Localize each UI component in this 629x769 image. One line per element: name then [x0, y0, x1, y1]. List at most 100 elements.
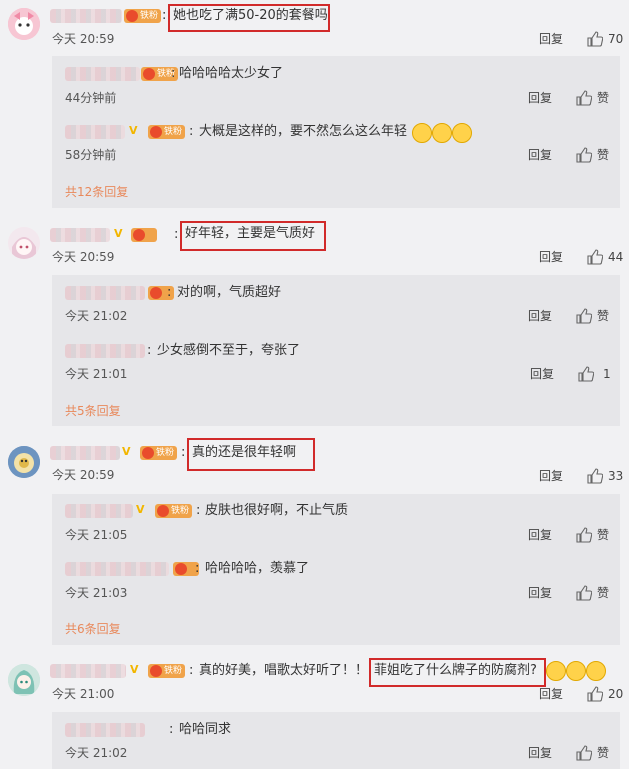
username-blurred[interactable]: [50, 9, 122, 23]
fan-badge: 铁粉: [155, 504, 193, 518]
username-blurred[interactable]: [65, 344, 145, 358]
vip-icon: V: [114, 227, 123, 240]
fan-badge-icon: [150, 126, 162, 138]
reply-button[interactable]: 回复: [539, 31, 563, 47]
reply-time: 今天 21:01: [65, 367, 128, 381]
username-blurred[interactable]: [65, 125, 125, 139]
comment-time: 今天 20:59: [52, 468, 115, 482]
reply-button[interactable]: 回复: [539, 249, 563, 265]
comment-time: 今天 20:59: [52, 250, 115, 264]
username-blurred[interactable]: [65, 67, 140, 81]
fan-badge: [131, 228, 157, 242]
reply-text: 大概是这样的，要不然怎么这么年轻: [199, 124, 408, 139]
reply-time: 今天 21:02: [65, 746, 128, 760]
like-count: 20: [608, 687, 624, 701]
thumb-up-icon[interactable]: [576, 308, 592, 324]
fan-badge-icon: [150, 287, 162, 299]
reply-button[interactable]: 回复: [528, 527, 552, 543]
username-blurred[interactable]: [65, 562, 169, 576]
reply-button[interactable]: 回复: [528, 147, 552, 163]
reply-text: 少女感倒不至于，夸张了: [157, 343, 301, 358]
comment-text: 好年轻，主要是气质好: [185, 226, 316, 241]
like-button[interactable]: 赞: [597, 745, 609, 761]
avatar[interactable]: [8, 8, 40, 40]
fan-badge-icon: [150, 665, 162, 677]
fan-badge-icon: [175, 563, 187, 575]
username-blurred[interactable]: [65, 504, 133, 518]
thumb-up-icon[interactable]: [587, 31, 603, 47]
reply-button[interactable]: 回复: [539, 686, 563, 702]
thumb-up-icon[interactable]: [576, 585, 592, 601]
avatar[interactable]: [8, 446, 40, 478]
vip-icon: V: [122, 445, 131, 458]
avatar[interactable]: [8, 227, 40, 259]
fan-badge-icon: [157, 505, 169, 517]
comment-time: 今天 21:00: [52, 687, 115, 701]
comment-text: 她也吃了满50-20的套餐吗: [173, 8, 328, 23]
thumb-up-icon[interactable]: [576, 147, 592, 163]
thumb-up-icon[interactable]: [576, 90, 592, 106]
comment-text-highlight: 菲姐吃了什么牌子的防腐剂?: [374, 663, 537, 678]
comment-text: 真的还是很年轻啊: [192, 445, 297, 460]
reply-time: 44分钟前: [65, 91, 117, 105]
thumb-up-icon[interactable]: [576, 745, 592, 761]
reply-time: 今天 21:03: [65, 586, 128, 600]
laugh-emoji-icon: [452, 123, 472, 143]
reply-time: 今天 21:02: [65, 309, 128, 323]
fan-badge: 铁粉: [148, 664, 186, 678]
like-button[interactable]: 赞: [597, 90, 609, 106]
like-button[interactable]: 赞: [597, 585, 609, 601]
fan-badge: 铁粉: [148, 125, 186, 139]
laugh-emoji-icon: [432, 123, 452, 143]
like-count: 44: [608, 250, 624, 264]
reply-button[interactable]: 回复: [528, 585, 552, 601]
comment-text: 真的好美，唱歌太好听了！！: [199, 663, 369, 678]
fan-badge: 铁粉: [124, 9, 162, 23]
username-blurred[interactable]: [50, 664, 126, 678]
fan-badge-icon: [126, 10, 138, 22]
reply-text: 对的啊，气质超好: [177, 285, 282, 300]
reply-button[interactable]: 回复: [528, 745, 552, 761]
reply-button[interactable]: 回复: [530, 366, 554, 382]
thumb-up-icon[interactable]: [587, 468, 603, 484]
reply-time: 58分钟前: [65, 148, 117, 162]
vip-icon: V: [129, 124, 138, 137]
reply-button[interactable]: 回复: [528, 308, 552, 324]
fan-badge: 铁粉: [140, 446, 178, 460]
comment-time: 今天 20:59: [52, 32, 115, 46]
like-button[interactable]: 赞: [597, 527, 609, 543]
more-replies-link[interactable]: 共6条回复: [65, 621, 121, 637]
reply-text: 哈哈同求: [179, 722, 232, 737]
thumb-up-icon[interactable]: [578, 366, 594, 382]
reply-button[interactable]: 回复: [539, 468, 563, 484]
vip-icon: V: [130, 663, 139, 676]
username-blurred[interactable]: [50, 446, 120, 460]
like-count: 33: [608, 469, 624, 483]
reply-text: 哈哈哈哈，羡慕了: [205, 561, 310, 576]
cry-emoji-icon: [546, 661, 566, 681]
more-replies-link[interactable]: 共12条回复: [65, 184, 128, 200]
thumb-up-icon[interactable]: [576, 527, 592, 543]
like-count: 70: [608, 32, 624, 46]
like-button[interactable]: 赞: [597, 308, 609, 324]
like-count: 1: [603, 367, 611, 381]
vip-icon: V: [136, 503, 145, 516]
cry-emoji-icon: [566, 661, 586, 681]
reply-text: 皮肤也很好啊，不止气质: [205, 503, 349, 518]
username-blurred[interactable]: [65, 723, 145, 737]
laugh-emoji-icon: [412, 123, 432, 143]
reply-time: 今天 21:05: [65, 528, 128, 542]
reply-text: 哈哈哈哈太少女了: [179, 66, 284, 81]
more-replies-link[interactable]: 共5条回复: [65, 403, 121, 419]
fan-badge-icon: [143, 68, 155, 80]
thumb-up-icon[interactable]: [587, 686, 603, 702]
avatar[interactable]: [8, 664, 40, 696]
thumb-up-icon[interactable]: [587, 249, 603, 265]
like-button[interactable]: 赞: [597, 147, 609, 163]
username-blurred[interactable]: [50, 228, 110, 242]
cry-emoji-icon: [586, 661, 606, 681]
fan-badge-icon: [142, 447, 154, 459]
username-blurred[interactable]: [65, 286, 145, 300]
reply-button[interactable]: 回复: [528, 90, 552, 106]
fan-badge-icon: [133, 229, 145, 241]
